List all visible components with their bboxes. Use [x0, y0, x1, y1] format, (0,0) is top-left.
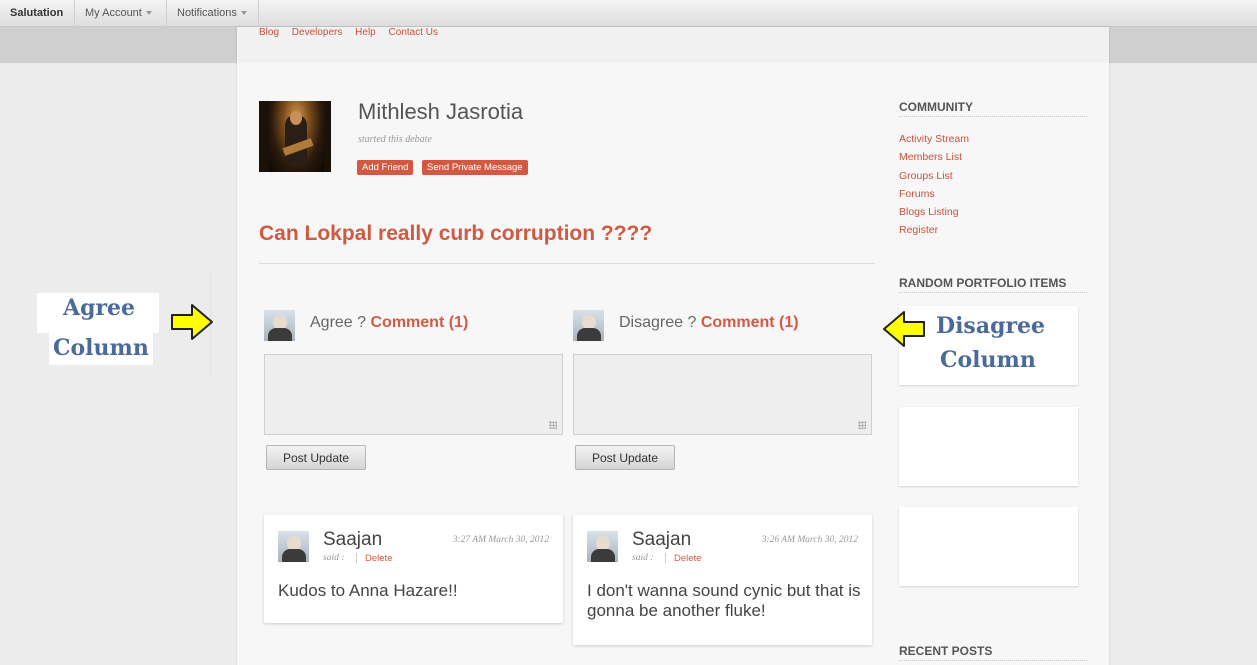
agree-label: Agree ?: [310, 314, 367, 331]
page-header: Blog Developers Help Contact Us: [237, 27, 1109, 63]
agree-comment-link[interactable]: Comment (1): [371, 314, 469, 331]
author-name[interactable]: Mithlesh Jasrotia: [358, 99, 523, 125]
delete-link[interactable]: Delete: [365, 553, 392, 564]
my-account-menu[interactable]: My Account: [75, 0, 167, 27]
sidebar-item-groups-list[interactable]: Groups List: [899, 170, 953, 182]
top-nav: Blog Developers Help Contact Us: [259, 27, 448, 38]
chevron-down-icon: [145, 11, 152, 16]
portfolio-heading: RANDOM PORTFOLIO ITEMS: [899, 276, 1067, 290]
agree-textarea[interactable]: [264, 354, 563, 435]
add-friend-button[interactable]: Add Friend: [357, 160, 414, 175]
sidebar-item-blogs-listing[interactable]: Blogs Listing: [899, 206, 959, 218]
debate-title: Can Lokpal really curb corruption ????: [259, 222, 653, 245]
agree-annotation-line2: Column: [49, 333, 153, 365]
agree-post-update-button[interactable]: Post Update: [266, 445, 366, 470]
comment-author[interactable]: Saajan: [632, 529, 691, 551]
arrow-left-icon: [883, 311, 925, 347]
avatar[interactable]: [587, 531, 618, 562]
disagree-comment-card: Saajan said : Delete 3:26 AM March 30, 2…: [573, 515, 872, 645]
sidebar-item-activity-stream[interactable]: Activity Stream: [899, 133, 969, 145]
comment-said: said :: [632, 553, 654, 563]
my-account-label: My Account: [85, 7, 142, 19]
community-heading: COMMUNITY: [899, 100, 973, 114]
recent-posts-heading: RECENT POSTS: [899, 644, 993, 658]
disagree-post-update-button[interactable]: Post Update: [575, 445, 675, 470]
author-avatar[interactable]: [259, 101, 331, 172]
nav-help[interactable]: Help: [355, 27, 376, 38]
sidebar-item-forums[interactable]: Forums: [899, 188, 935, 200]
disagree-annotation-line1: Disagree: [936, 311, 1048, 343]
disagree-label: Disagree ?: [619, 314, 697, 331]
comment-text: Kudos to Anna Hazare!!: [278, 581, 458, 600]
sidebar-item-register[interactable]: Register: [899, 224, 938, 236]
resize-handle-icon[interactable]: [549, 421, 557, 429]
nav-contact-us[interactable]: Contact Us: [389, 27, 438, 38]
avatar[interactable]: [278, 531, 309, 562]
author-subtitle: started this debate: [358, 134, 432, 145]
avatar: [573, 310, 604, 341]
notifications-label: Notifications: [177, 7, 237, 19]
divider: [259, 263, 875, 264]
comment-author[interactable]: Saajan: [323, 529, 382, 551]
comment-said: said :: [323, 553, 345, 563]
notifications-menu[interactable]: Notifications: [167, 0, 259, 27]
disagree-textarea[interactable]: [573, 354, 872, 435]
admin-bar: Salutation My Account Notifications: [0, 0, 1257, 27]
disagree-annotation-line2: Column: [937, 345, 1037, 377]
comment-timestamp: 3:27 AM March 30, 2012: [452, 535, 549, 545]
agree-comment-card: Saajan said : Delete 3:27 AM March 30, 2…: [264, 515, 563, 623]
send-message-button[interactable]: Send Private Message: [422, 160, 528, 175]
arrow-right-icon: [171, 304, 213, 340]
comment-timestamp: 3:26 AM March 30, 2012: [761, 535, 858, 545]
comment-text: I don't wanna sound cynic but that is go…: [587, 581, 861, 620]
nav-developers[interactable]: Developers: [292, 27, 343, 38]
disagree-header: Disagree ? Comment (1): [619, 314, 799, 332]
resize-handle-icon[interactable]: [858, 421, 866, 429]
avatar: [264, 310, 295, 341]
nav-blog[interactable]: Blog: [259, 27, 279, 38]
sidebar-item-members-list[interactable]: Members List: [899, 151, 962, 163]
agree-annotation-line1: Agree: [37, 293, 159, 333]
delete-link[interactable]: Delete: [674, 553, 701, 564]
portfolio-item[interactable]: [899, 407, 1078, 486]
portfolio-item[interactable]: [899, 507, 1078, 586]
disagree-comment-link[interactable]: Comment (1): [701, 314, 799, 331]
chevron-down-icon: [240, 11, 247, 16]
site-brand[interactable]: Salutation: [0, 0, 75, 27]
agree-header: Agree ? Comment (1): [310, 314, 468, 332]
